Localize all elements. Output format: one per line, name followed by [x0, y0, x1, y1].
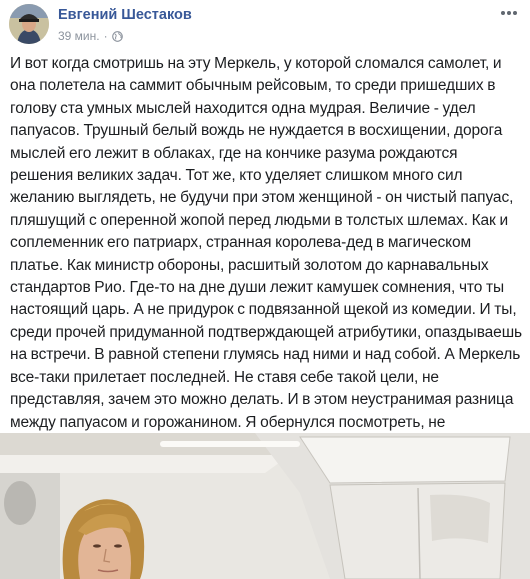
- post-meta: 39 мин. ·: [58, 29, 123, 43]
- more-options-icon[interactable]: [498, 6, 520, 20]
- meta-separator: ·: [103, 29, 108, 43]
- globe-icon[interactable]: [111, 31, 123, 42]
- post-photo[interactable]: [0, 433, 530, 579]
- avatar-image: [9, 4, 49, 44]
- post-header: Евгений Шестаков 39 мин. ·: [0, 0, 530, 48]
- author-name-link[interactable]: Евгений Шестаков: [58, 7, 192, 23]
- post-body-text: И вот когда смотришь на эту Меркель, у к…: [10, 55, 523, 453]
- photo-image: [0, 433, 530, 579]
- facebook-post: Евгений Шестаков 39 мин. · И вот когда с…: [0, 0, 530, 579]
- post-timestamp[interactable]: 39 мин.: [58, 29, 100, 43]
- author-avatar[interactable]: [9, 4, 49, 44]
